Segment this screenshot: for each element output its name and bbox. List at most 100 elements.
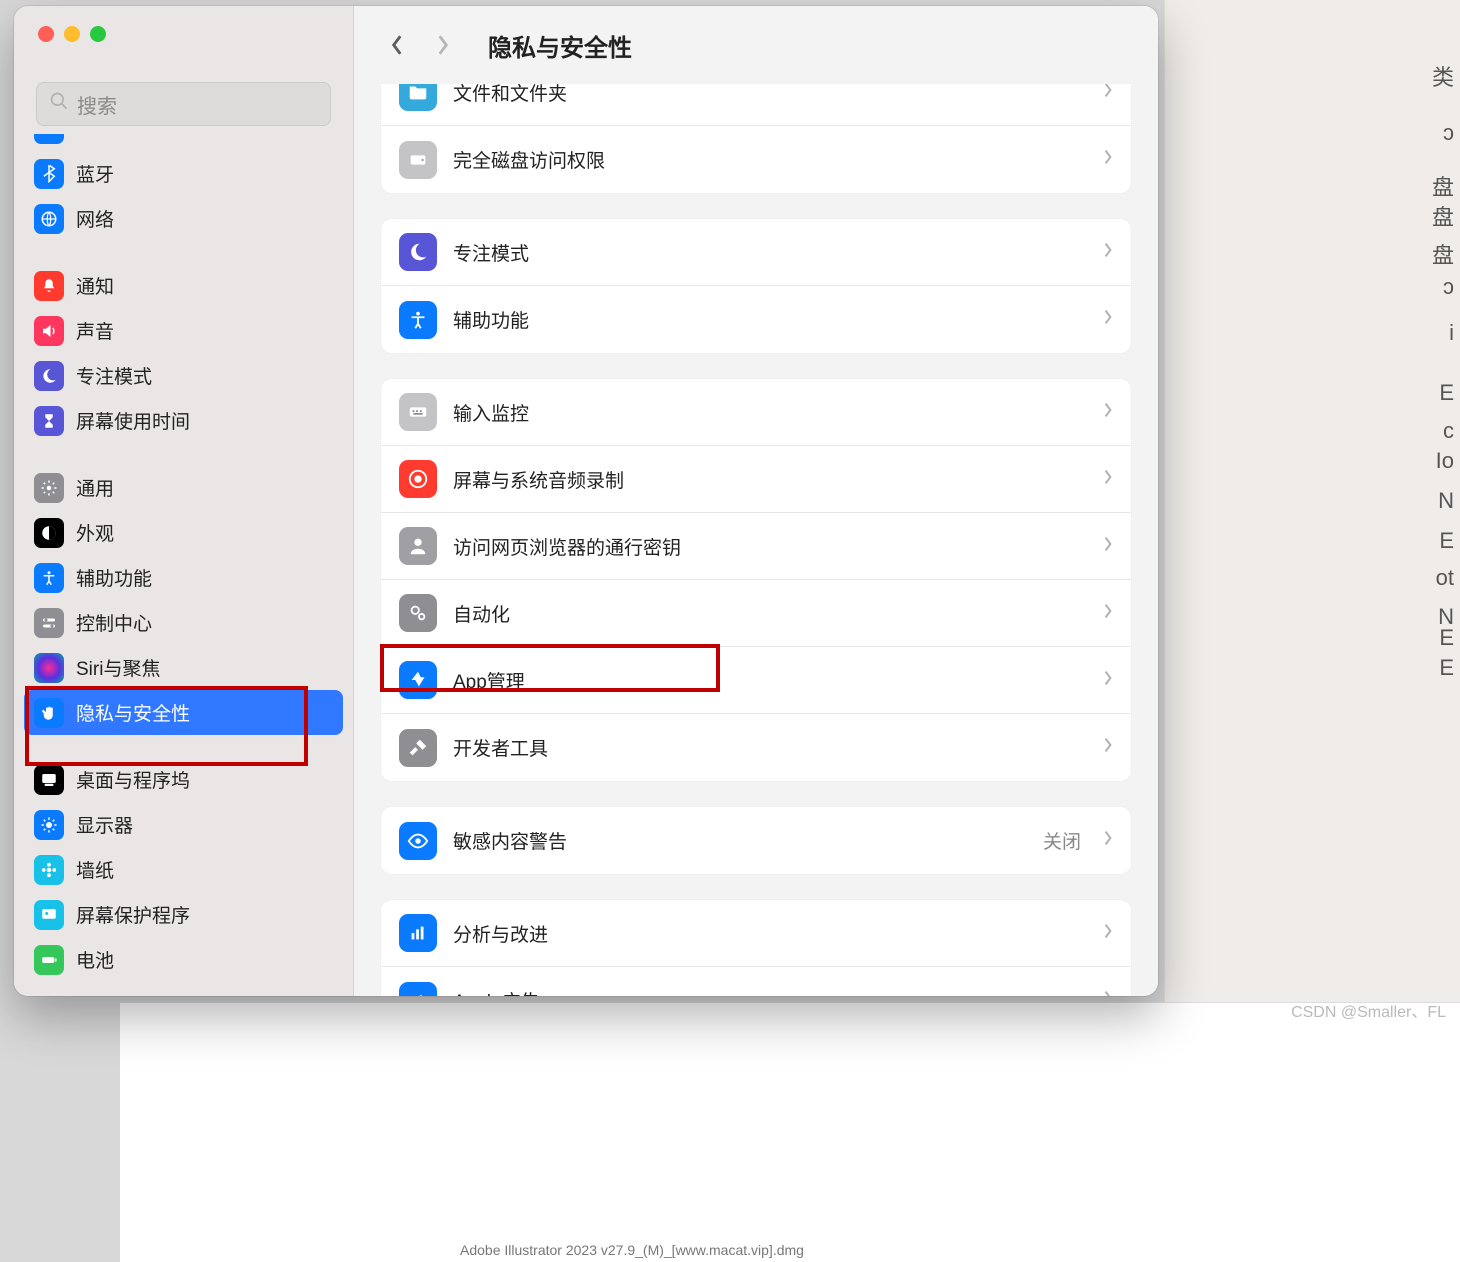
row-label: 辅助功能 — [453, 306, 1087, 333]
settings-group: 文件和文件夹 完全磁盘访问权限 — [380, 84, 1132, 194]
row-input-monitoring[interactable]: 输入监控 — [381, 379, 1131, 446]
row-sensitive-content[interactable]: 敏感内容警告 关闭 — [381, 807, 1131, 874]
sidebar-item-label: 屏幕保护程序 — [76, 901, 190, 928]
chevron-right-icon — [1103, 830, 1113, 851]
sidebar-item-privacy[interactable]: 隐私与安全性 — [24, 690, 343, 735]
content-scroll[interactable]: 文件和文件夹 完全磁盘访问权限 专注模式 辅助功能 — [354, 84, 1158, 996]
search-placeholder: 搜索 — [77, 90, 117, 119]
row-value: 关闭 — [1043, 827, 1081, 854]
sidebar: 搜索 蓝牙 网络 通知 声音 — [14, 6, 354, 996]
sidebar-item-label: 蓝牙 — [76, 160, 114, 187]
megaphone-icon — [399, 982, 437, 997]
accessibility-icon — [34, 563, 64, 593]
sidebar-item-label: 隐私与安全性 — [76, 699, 190, 726]
row-developer-tools[interactable]: 开发者工具 — [381, 714, 1131, 781]
row-passkeys[interactable]: 访问网页浏览器的通行密钥 — [381, 513, 1131, 580]
appearance-icon — [34, 518, 64, 548]
sidebar-item-notifications[interactable]: 通知 — [24, 263, 343, 308]
moon-icon — [399, 233, 437, 271]
sidebar-item-screentime[interactable]: 屏幕使用时间 — [24, 398, 343, 443]
close-dot[interactable] — [38, 26, 54, 42]
search-icon — [49, 91, 69, 117]
zoom-dot[interactable] — [90, 26, 106, 42]
accessibility-icon — [399, 301, 437, 339]
screensaver-icon — [34, 900, 64, 930]
sidebar-item-cut[interactable] — [24, 134, 343, 151]
background-bottom-strip — [120, 1002, 1460, 1262]
row-label: 屏幕与系统音频录制 — [453, 466, 1087, 493]
nav-forward-button[interactable] — [430, 32, 456, 58]
dock-icon — [34, 765, 64, 795]
eye-icon — [399, 822, 437, 860]
content-area: 隐私与安全性 文件和文件夹 完全磁盘访问权限 — [354, 6, 1158, 996]
nav-back-button[interactable] — [384, 32, 410, 58]
sidebar-item-general[interactable]: 通用 — [24, 465, 343, 510]
sidebar-list: 蓝牙 网络 通知 声音 专注模式 屏幕使用时间 — [14, 134, 353, 996]
sidebar-item-label: 网络 — [76, 205, 114, 232]
sidebar-item-siri[interactable]: Siri与聚焦 — [24, 645, 343, 690]
switches-icon — [34, 608, 64, 638]
sidebar-item-label: 屏幕使用时间 — [76, 407, 190, 434]
row-label: 完全磁盘访问权限 — [453, 146, 1087, 173]
bell-icon — [34, 271, 64, 301]
settings-window: 搜索 蓝牙 网络 通知 声音 — [14, 6, 1158, 996]
sidebar-item-label: 控制中心 — [76, 609, 152, 636]
sidebar-item-focus[interactable]: 专注模式 — [24, 353, 343, 398]
battery-icon — [34, 945, 64, 975]
siri-icon — [34, 653, 64, 683]
sidebar-item-displays[interactable]: 显示器 — [24, 802, 343, 847]
sidebar-item-controlcenter[interactable]: 控制中心 — [24, 600, 343, 645]
sidebar-item-label: 电池 — [76, 946, 114, 973]
sidebar-item-accessibility[interactable]: 辅助功能 — [24, 555, 343, 600]
row-accessibility[interactable]: 辅助功能 — [381, 286, 1131, 353]
sidebar-item-network[interactable]: 网络 — [24, 196, 343, 241]
settings-group: 敏感内容警告 关闭 — [380, 806, 1132, 875]
row-label: 专注模式 — [453, 239, 1087, 266]
hammer-icon — [399, 729, 437, 767]
row-label: 敏感内容警告 — [453, 827, 1027, 854]
hand-icon — [34, 698, 64, 728]
gear-icon — [34, 473, 64, 503]
minimize-dot[interactable] — [64, 26, 80, 42]
search-input[interactable]: 搜索 — [36, 82, 331, 126]
settings-group: 输入监控 屏幕与系统音频录制 访问网页浏览器的通行密钥 自动化 — [380, 378, 1132, 782]
sidebar-item-appearance[interactable]: 外观 — [24, 510, 343, 555]
chevron-right-icon — [1103, 990, 1113, 996]
sidebar-item-battery[interactable]: 电池 — [24, 937, 343, 982]
row-full-disk[interactable]: 完全磁盘访问权限 — [381, 126, 1131, 193]
sidebar-item-bluetooth[interactable]: 蓝牙 — [24, 151, 343, 196]
row-files-folders[interactable]: 文件和文件夹 — [381, 84, 1131, 126]
sidebar-item-label: 声音 — [76, 317, 114, 344]
row-label: App管理 — [453, 667, 1087, 694]
sidebar-item-dock[interactable]: 桌面与程序坞 — [24, 757, 343, 802]
row-label: 分析与改进 — [453, 920, 1087, 947]
moon-icon — [34, 361, 64, 391]
row-app-management[interactable]: App管理 — [381, 647, 1131, 714]
sidebar-item-screensaver[interactable]: 屏幕保护程序 — [24, 892, 343, 937]
sidebar-item-sound[interactable]: 声音 — [24, 308, 343, 353]
folder-icon — [399, 84, 437, 111]
window-controls — [14, 6, 353, 62]
speaker-icon — [34, 316, 64, 346]
row-analytics[interactable]: 分析与改进 — [381, 900, 1131, 967]
globe-icon — [34, 204, 64, 234]
chevron-right-icon — [1103, 737, 1113, 758]
chevron-right-icon — [1103, 402, 1113, 423]
bottom-file-text: Adobe Illustrator 2023 v27.9_(M)_[www.ma… — [460, 1242, 804, 1258]
sidebar-item-label: 专注模式 — [76, 362, 152, 389]
chevron-right-icon — [1103, 309, 1113, 330]
chart-icon — [399, 914, 437, 952]
chevron-right-icon — [1103, 670, 1113, 691]
row-automation[interactable]: 自动化 — [381, 580, 1131, 647]
row-focus[interactable]: 专注模式 — [381, 219, 1131, 286]
hourglass-icon — [34, 406, 64, 436]
sidebar-item-label: 通用 — [76, 474, 114, 501]
row-screen-recording[interactable]: 屏幕与系统音频录制 — [381, 446, 1131, 513]
chevron-right-icon — [1103, 149, 1113, 170]
sidebar-item-wallpaper[interactable]: 墙纸 — [24, 847, 343, 892]
flower-icon — [34, 855, 64, 885]
person-icon — [399, 527, 437, 565]
row-apple-ads[interactable]: Apple广告 — [381, 967, 1131, 996]
chevron-right-icon — [1103, 84, 1113, 103]
watermark-text: CSDN @Smaller、FL — [1291, 998, 1446, 1022]
